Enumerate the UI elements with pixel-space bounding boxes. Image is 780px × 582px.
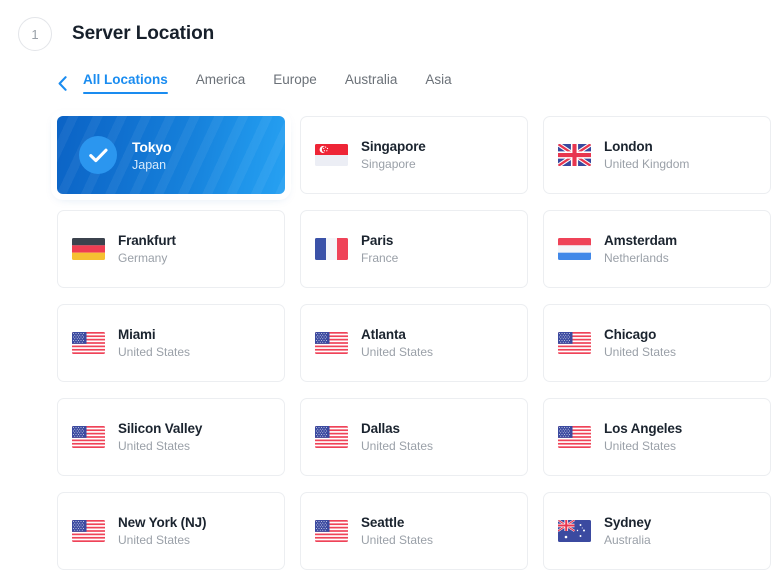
tab-all-locations[interactable]: All Locations [83,72,168,94]
flag-sg-icon [315,144,348,166]
location-card-text: Miami United States [118,327,190,359]
location-country: United States [604,345,677,359]
location-country: United States [118,439,191,453]
location-card-text: Chicago United States [604,327,676,359]
location-country: Japan [132,157,167,172]
page-header: 1 Server Location [0,0,780,56]
flag-de-icon [72,238,105,260]
flag-us-icon [72,332,105,354]
location-country: France [361,251,399,265]
location-city: London [604,139,653,154]
flag-au-icon [558,520,591,542]
location-card-singapore[interactable]: Singapore Singapore [300,116,528,194]
location-card-sydney[interactable]: Sydney Australia [543,492,771,570]
location-country: United Kingdom [604,157,690,171]
location-card-atlanta[interactable]: Atlanta United States [300,304,528,382]
location-country: Netherlands [604,251,669,265]
location-card-text: Dallas United States [361,421,433,453]
flag-fr-icon [315,238,348,260]
location-country: United States [118,533,191,547]
location-card-tokyo[interactable]: Tokyo Japan [57,116,285,194]
flag-us-icon [72,520,105,542]
location-card-text: Silicon Valley United States [118,421,202,453]
location-tabs: All Locations America Europe Australia Asia [0,62,780,104]
flag-nl-icon [558,238,591,260]
step-number: 1 [31,26,39,42]
location-country: Australia [604,533,651,547]
location-card-amsterdam[interactable]: Amsterdam Netherlands [543,210,771,288]
location-card-text: Tokyo Japan [132,138,172,172]
location-country: Singapore [361,157,416,171]
location-country: United States [361,439,434,453]
location-grid: Tokyo Japan Singapore Singapore London Unit… [0,104,780,570]
step-indicator: 1 [18,17,52,51]
location-card-text: New York (NJ) United States [118,515,206,547]
location-card-text: Amsterdam Netherlands [604,233,677,265]
location-city: Sydney [604,515,652,530]
location-country: United States [118,345,191,359]
location-city: Singapore [361,139,426,154]
location-city: Los Angeles [604,421,683,436]
location-city: Miami [118,327,156,342]
location-card-seattle[interactable]: Seattle United States [300,492,528,570]
location-card-text: Sydney Australia [604,515,651,547]
location-card-text: London United Kingdom [604,139,689,171]
location-card-silicon-valley[interactable]: Silicon Valley United States [57,398,285,476]
chevron-left-icon[interactable] [55,75,69,91]
location-card-text: Seattle United States [361,515,433,547]
tab-america[interactable]: America [196,72,246,94]
location-card-text: Frankfurt Germany [118,233,176,265]
location-city: Atlanta [361,327,406,342]
location-card-text: Los Angeles United States [604,421,682,453]
location-card-text: Singapore Singapore [361,139,426,171]
location-card-dallas[interactable]: Dallas United States [300,398,528,476]
location-card-los-angeles[interactable]: Los Angeles United States [543,398,771,476]
flag-us-icon [558,332,591,354]
location-city: Seattle [361,515,405,530]
location-city: Paris [361,233,394,248]
flag-us-icon [558,426,591,448]
location-card-frankfurt[interactable]: Frankfurt Germany [57,210,285,288]
location-city: New York (NJ) [118,515,207,530]
tab-australia[interactable]: Australia [345,72,398,94]
location-city: Frankfurt [118,233,176,248]
flag-us-icon [72,426,105,448]
tab-europe[interactable]: Europe [273,72,317,94]
location-card-london[interactable]: London United Kingdom [543,116,771,194]
page-title: Server Location [72,23,215,44]
location-card-chicago[interactable]: Chicago United States [543,304,771,382]
flag-us-icon [315,520,348,542]
location-card-new-york-nj[interactable]: New York (NJ) United States [57,492,285,570]
flag-us-icon [315,332,348,354]
location-city: Dallas [361,421,400,436]
location-country: United States [604,439,677,453]
location-country: United States [361,533,434,547]
location-city: Chicago [604,327,657,342]
flag-gb-icon [558,144,591,166]
flag-us-icon [315,426,348,448]
location-card-text: Paris France [361,233,398,265]
location-country: Germany [118,251,168,265]
check-icon [79,136,117,174]
location-card-miami[interactable]: Miami United States [57,304,285,382]
location-city: Silicon Valley [118,421,203,436]
location-card-paris[interactable]: Paris France [300,210,528,288]
location-city: Amsterdam [604,233,677,248]
location-card-text: Atlanta United States [361,327,433,359]
tab-asia[interactable]: Asia [425,72,451,94]
location-city: Tokyo [132,138,172,155]
location-country: United States [361,345,434,359]
